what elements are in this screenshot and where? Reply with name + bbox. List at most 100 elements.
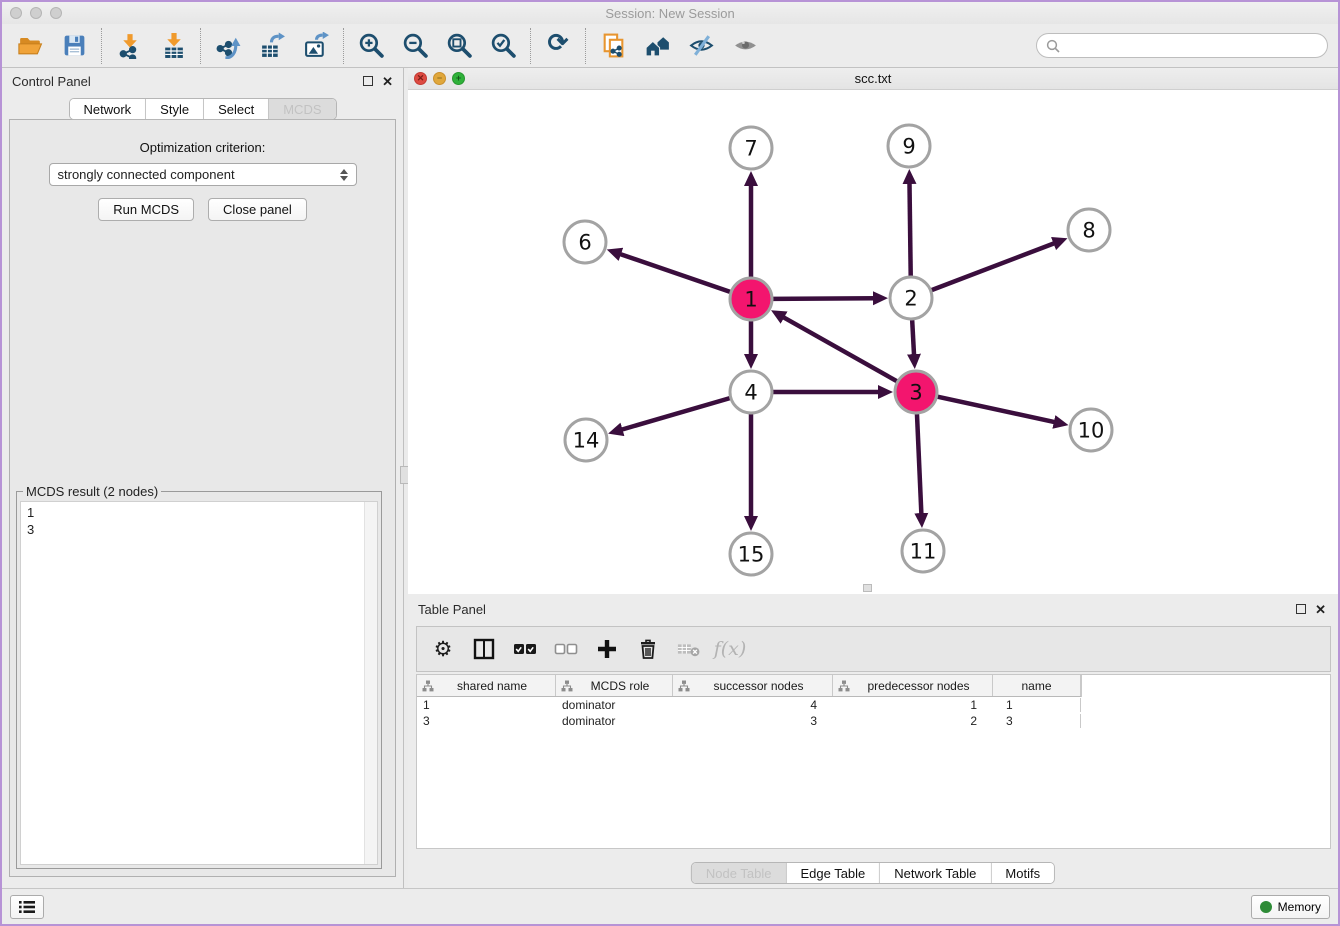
open-folder-icon[interactable] (12, 28, 48, 64)
function-builder-icon-disabled: f(x) (718, 637, 742, 661)
tab-edge-table[interactable]: Edge Table (786, 863, 880, 883)
tab-mcds[interactable]: MCDS (269, 99, 335, 119)
table-toolbar: ⚙ f(x) (416, 626, 1331, 672)
refresh-icon[interactable]: ⟳ (540, 26, 576, 62)
float-panel-icon[interactable] (363, 76, 373, 86)
network-window-titlebar[interactable]: ✕ − + scc.txt (408, 68, 1338, 90)
zoom-in-icon[interactable] (353, 28, 389, 64)
export-table-icon[interactable] (254, 28, 290, 64)
control-panel-tabs: Network Style Select MCDS (68, 98, 336, 120)
zoom-selected-icon[interactable] (485, 28, 521, 64)
import-network-icon[interactable] (111, 28, 147, 64)
table-panel-title: Table Panel (418, 602, 486, 617)
split-panel-icon[interactable] (472, 637, 496, 661)
network-window: ✕ − + scc.txt 7968124314101511 (408, 68, 1338, 594)
cell-successor-nodes[interactable]: 4 (673, 698, 833, 712)
graph-node-label-9: 9 (902, 135, 915, 159)
table-row[interactable]: 3 dominator 3 2 3 (417, 713, 1330, 729)
network-close-icon[interactable]: ✕ (414, 72, 427, 85)
graph-node-label-2: 2 (904, 287, 917, 311)
show-graphics-details-icon[interactable] (727, 28, 763, 64)
hierarchy-icon (678, 680, 690, 692)
select-all-icon[interactable] (513, 637, 537, 661)
tab-motifs[interactable]: Motifs (991, 863, 1054, 883)
search-box[interactable] (1036, 33, 1328, 58)
search-input[interactable] (1066, 38, 1318, 53)
divider-handle[interactable] (863, 584, 872, 592)
tab-select[interactable]: Select (204, 99, 269, 119)
graph-edge-2-3[interactable] (912, 320, 914, 357)
zoom-out-icon[interactable] (397, 28, 433, 64)
select-arrows-icon (340, 169, 348, 181)
cell-predecessor-nodes[interactable]: 1 (833, 698, 993, 712)
graph-node-label-15: 15 (738, 543, 765, 567)
app-title: Session: New Session (2, 6, 1338, 21)
graph-edge-1-2[interactable] (773, 298, 876, 299)
table-header-row: shared name MCDS role successor nodes pr… (417, 675, 1081, 697)
zoom-fit-icon[interactable] (441, 28, 477, 64)
list-icon (19, 900, 35, 914)
graph-node-label-8: 8 (1082, 219, 1095, 243)
float-panel-icon[interactable] (1296, 604, 1306, 614)
memory-button[interactable]: Memory (1251, 895, 1330, 919)
network-minimize-icon[interactable]: − (433, 72, 446, 85)
cell-name[interactable]: 1 (993, 698, 1081, 712)
app-titlebar: Session: New Session (2, 2, 1338, 24)
close-panel-icon[interactable]: ✕ (382, 75, 393, 88)
run-mcds-button[interactable]: Run MCDS (98, 198, 194, 221)
network-maximize-icon[interactable]: + (452, 72, 465, 85)
graph-edge-4-14[interactable] (620, 398, 730, 430)
node-table[interactable]: shared name MCDS role successor nodes pr… (416, 674, 1331, 849)
column-header-name[interactable]: name (993, 675, 1081, 696)
deselect-all-icon[interactable] (554, 637, 578, 661)
save-session-icon[interactable] (56, 28, 92, 64)
optimization-criterion-select[interactable]: strongly connected component (49, 163, 357, 186)
toolbar-separator (200, 28, 201, 64)
mcds-result-box: MCDS result (2 nodes) 1 3 (16, 491, 382, 869)
main-toolbar: ⟳ (2, 24, 1338, 68)
graph-edge-2-9[interactable] (909, 181, 910, 276)
tab-node-table[interactable]: Node Table (692, 863, 787, 883)
import-table-icon[interactable] (155, 28, 191, 64)
tab-network-table[interactable]: Network Table (880, 863, 991, 883)
apply-layout-icon[interactable] (639, 28, 675, 64)
graph-edge-2-8[interactable] (932, 242, 1057, 290)
graph-edge-3-11[interactable] (917, 414, 921, 516)
clone-network-icon[interactable] (595, 28, 631, 64)
control-panel: Control Panel ✕ Network Style Select MCD… (2, 68, 403, 888)
graph-edge-1-6[interactable] (618, 253, 730, 291)
table-row[interactable]: 1 dominator 4 1 1 (417, 697, 1330, 713)
export-network-icon[interactable] (210, 28, 246, 64)
cell-successor-nodes[interactable]: 3 (673, 714, 833, 728)
column-header-predecessor-nodes[interactable]: predecessor nodes (833, 675, 993, 696)
delete-column-icon[interactable] (636, 637, 660, 661)
result-scrollbar[interactable] (364, 502, 377, 864)
cell-name[interactable]: 3 (993, 714, 1081, 728)
cell-mcds-role[interactable]: dominator (556, 698, 673, 712)
close-panel-icon[interactable]: ✕ (1315, 603, 1326, 616)
add-column-icon[interactable] (595, 637, 619, 661)
export-image-icon[interactable] (298, 28, 334, 64)
column-header-mcds-role[interactable]: MCDS role (556, 675, 673, 696)
toggle-graphics-details-icon[interactable] (683, 28, 719, 64)
graph-node-label-4: 4 (744, 381, 757, 405)
graph-edge-3-10[interactable] (937, 397, 1056, 423)
hierarchy-icon (422, 680, 434, 692)
graph-edge-3-1[interactable] (781, 316, 896, 381)
optimization-criterion-label: Optimization criterion: (10, 140, 395, 155)
tab-style[interactable]: Style (146, 99, 204, 119)
tab-network[interactable]: Network (69, 99, 146, 119)
cell-shared-name[interactable]: 1 (417, 698, 556, 712)
column-header-successor-nodes[interactable]: successor nodes (673, 675, 833, 696)
graph-node-label-6: 6 (578, 231, 591, 255)
cell-predecessor-nodes[interactable]: 2 (833, 714, 993, 728)
graph-node-label-3: 3 (909, 381, 922, 405)
cell-shared-name[interactable]: 3 (417, 714, 556, 728)
column-header-shared-name[interactable]: shared name (417, 675, 556, 696)
settings-gear-icon[interactable]: ⚙ (431, 637, 455, 661)
task-history-button[interactable] (10, 895, 44, 919)
network-canvas[interactable]: 7968124314101511 (408, 90, 1338, 594)
table-tabs: Node Table Edge Table Network Table Moti… (691, 862, 1055, 884)
cell-mcds-role[interactable]: dominator (556, 714, 673, 728)
close-panel-button[interactable]: Close panel (208, 198, 307, 221)
